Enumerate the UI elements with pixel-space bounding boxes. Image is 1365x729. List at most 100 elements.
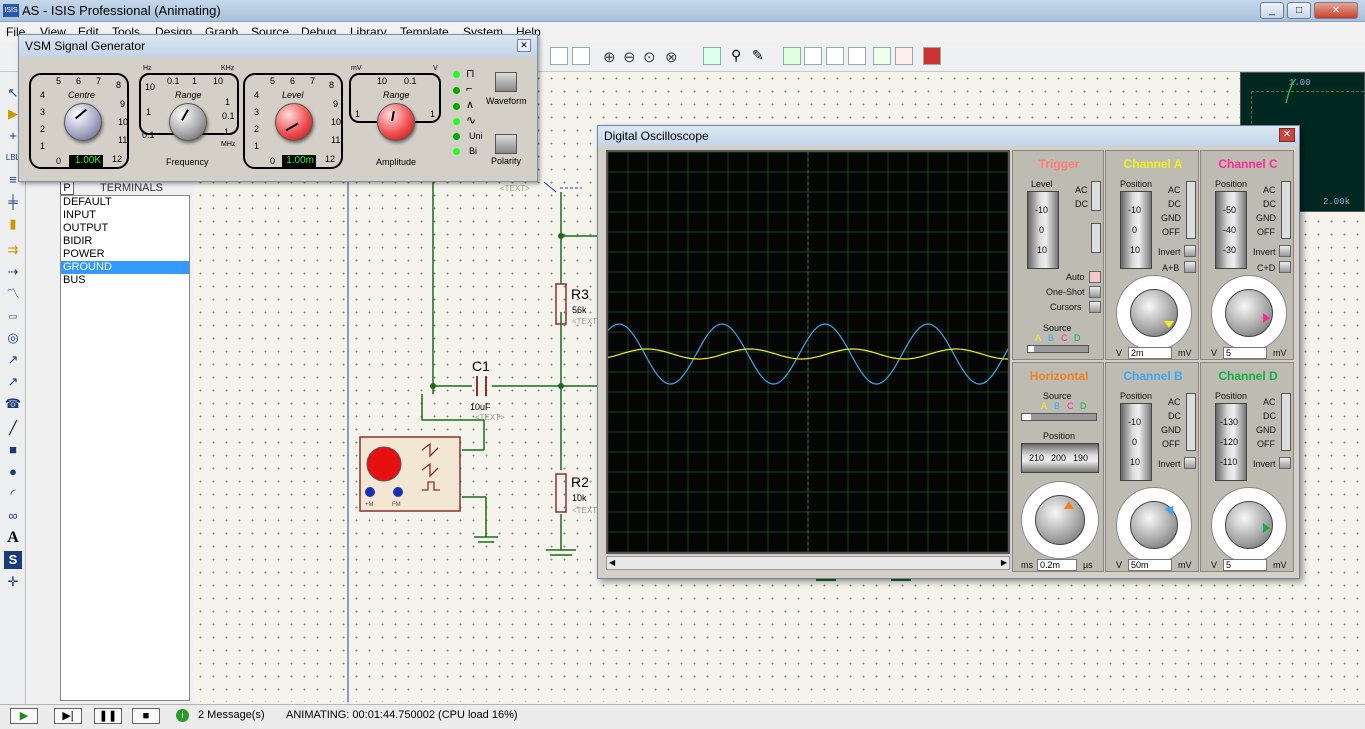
c1-value[interactable]: 10uF [470,402,491,412]
channel-a-invert-button[interactable] [1184,245,1196,257]
scroll-left-icon[interactable]: ◀ [609,558,615,567]
path-tool-icon[interactable]: ∞ [4,507,22,525]
c1-reference[interactable]: C1 [472,358,490,374]
channel-d-volts-value: 5 [1223,559,1267,571]
terminals-mode-icon[interactable]: ⇉ [4,241,22,259]
zoom-area-icon[interactable]: ⊗ [665,48,678,66]
channel-b-panel: Channel B Position -10 0 10 AC DC GND OF… [1105,362,1199,572]
box-tool-icon[interactable]: ■ [4,441,22,459]
vsm-signal-generator-window[interactable]: VSM Signal Generator ✕ 5 6 7 8 4 9 3 10 … [18,34,538,182]
channel-c-invert-button[interactable] [1279,245,1291,257]
r2-reference[interactable]: R2 [571,474,589,490]
symbol-tool-icon[interactable]: S [4,551,22,569]
subcircuit-icon[interactable]: ▮ [4,215,22,233]
toolbar-button[interactable] [848,47,866,65]
virtual-instruments-icon[interactable]: ☎ [4,395,22,413]
channel-d-coupling-switch[interactable] [1281,393,1291,451]
electrical-check-icon[interactable] [895,47,913,65]
property-tool-icon[interactable]: ✎ [752,47,764,64]
pick-devices-button[interactable]: P [60,181,74,195]
trigger-oneshot-button[interactable] [1089,286,1101,298]
voltage-probe-icon[interactable]: ↗ [4,351,22,369]
toolbar-button[interactable] [826,47,844,65]
current-probe-icon[interactable]: ↗ [4,373,22,391]
channel-b-invert-button[interactable] [1184,457,1196,469]
list-item[interactable]: BIDIR [61,235,189,248]
device-pins-icon[interactable]: ⇢ [4,263,22,281]
amplitude-range-knob[interactable] [377,103,415,141]
list-item-selected[interactable]: GROUND [61,261,189,274]
graph-mode-icon[interactable]: 〽 [4,285,22,303]
triangle-wave-icon: ∧ [466,99,475,111]
generator-mode-icon[interactable]: ◎ [4,329,22,347]
channel-a-coupling-switch[interactable] [1186,181,1196,239]
list-item[interactable]: BUS [61,274,189,287]
pause-button[interactable]: ❚❚ [94,708,122,724]
scope-title-bar[interactable]: Digital Oscilloscope ✕ [598,126,1299,146]
line-tool-icon[interactable]: ╱ [4,419,22,437]
horizontal-timebase-knob[interactable] [1035,495,1085,545]
trigger-source-slider[interactable] [1027,345,1089,353]
horizontal-source-slider[interactable] [1021,413,1097,421]
channel-a-volts-knob[interactable] [1130,289,1178,337]
list-item[interactable]: OUTPUT [61,222,189,235]
unit-right: mV [1178,348,1192,358]
c1-text: <TEXT> [475,413,505,422]
channel-c-coupling-switch[interactable] [1281,181,1291,239]
trigger-cursors-button[interactable] [1089,301,1101,313]
channel-d-invert-button[interactable] [1279,457,1291,469]
bill-of-materials-icon[interactable] [873,47,891,65]
source-letter: C [1067,401,1074,411]
trigger-auto-button[interactable] [1089,271,1101,283]
toolbar-button[interactable] [550,47,568,65]
marker-tool-icon[interactable]: ✛ [4,573,22,591]
siggen-title-bar[interactable]: VSM Signal Generator ✕ [19,35,537,57]
close-button[interactable]: ✕ [1314,2,1358,19]
ares-icon[interactable] [923,47,941,65]
channel-c-combine-button[interactable] [1279,261,1291,273]
frequency-range-knob[interactable] [169,103,207,141]
channel-d-knob-marker [1263,523,1270,533]
text-tool-icon[interactable]: A [4,529,22,547]
list-item[interactable]: DEFAULT [61,196,189,209]
r3-reference[interactable]: R3 [571,286,589,302]
siggen-close-button[interactable]: ✕ [517,39,531,52]
step-button[interactable]: ▶| [54,708,82,724]
channel-b-coupling-switch[interactable] [1186,393,1196,451]
wire-autoroute-icon[interactable] [703,47,721,65]
scroll-right-icon[interactable]: ▶ [1001,558,1007,567]
messages-count[interactable]: 2 Message(s) [198,709,265,721]
trigger-coupling-switch[interactable] [1091,181,1101,211]
digital-oscilloscope-window[interactable]: Digital Oscilloscope ✕ ◀ ▶ Trigger Level… [597,125,1300,579]
channel-a-combine-button[interactable] [1184,261,1196,273]
centre-knob[interactable] [64,103,102,141]
centre-label: Centre [68,90,96,100]
scope-close-button[interactable]: ✕ [1279,128,1295,142]
trigger-edge-switch[interactable] [1091,223,1101,253]
r2-value[interactable]: 10k [572,493,587,503]
toolbar-button[interactable] [804,47,822,65]
amplitude-range-label: Range [383,90,410,100]
play-button[interactable]: ▶ [10,708,38,724]
tape-recorder-icon[interactable]: ▭ [4,307,22,325]
maximize-button[interactable]: □ [1287,2,1311,19]
toolbar-button[interactable] [783,47,801,65]
terminals-list[interactable]: DEFAULT INPUT OUTPUT BIDIR POWER GROUND … [60,195,190,701]
polarity-button[interactable] [495,134,517,154]
scope-horizontal-scrollbar[interactable]: ◀ ▶ [606,556,1010,570]
toolbar-button[interactable] [572,47,590,65]
zoom-out-icon[interactable]: ⊖ [623,48,636,66]
list-item[interactable]: INPUT [61,209,189,222]
waveform-button[interactable] [495,72,517,92]
minimize-button[interactable]: _ [1260,2,1284,19]
arc-tool-icon[interactable]: ◜ [4,485,22,503]
bus-mode-icon[interactable]: ╪ [4,193,22,211]
stop-button[interactable]: ■ [132,708,160,724]
circle-tool-icon[interactable]: ● [4,463,22,481]
list-item[interactable]: POWER [61,248,189,261]
r3-value[interactable]: 56k [572,305,587,315]
zoom-in-icon[interactable]: ⊕ [603,48,616,66]
zoom-all-icon[interactable]: ⊙ [643,48,656,66]
level-knob[interactable] [275,103,313,141]
search-icon[interactable]: ⚲ [731,47,741,64]
